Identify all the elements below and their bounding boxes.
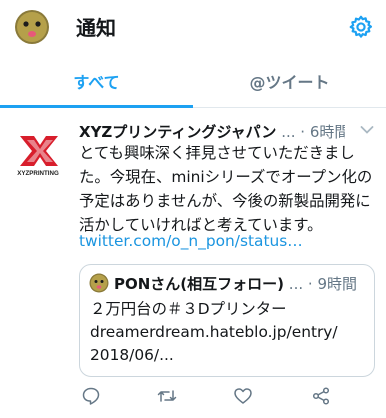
- quoted-tweet-text: ２万円台の＃３Dプリンター dreamerdream.hateblo.jp/en…: [90, 300, 338, 364]
- quoted-handle-ellipsis: ...: [288, 275, 304, 293]
- account-name[interactable]: XYZプリンティングジャパン: [79, 123, 276, 141]
- smiley-face-avatar-icon[interactable]: [89, 273, 109, 293]
- separator-dot: ·: [300, 123, 306, 141]
- tweet-text: とても興味深く拝見させていただきました。今現在、miniシリーズでオープン化の予…: [79, 144, 373, 234]
- quoted-tweet[interactable]: PONさん(相互フォロー) ... · 9時間 ２万円台の＃３Dプリンター dr…: [79, 264, 375, 377]
- smiley-face-avatar-icon[interactable]: [14, 9, 50, 45]
- tweet-header: XYZプリンティングジャパン ... · 6時間: [79, 121, 345, 142]
- logo-text: XYZPRINTING: [17, 170, 59, 177]
- notification-item[interactable]: XYZPRINTING XYZプリンティングジャパン ... · 6時間 とても…: [0, 109, 386, 418]
- separator-dot: ·: [307, 275, 313, 293]
- handle-ellipsis: ...: [281, 123, 296, 141]
- page-title: 通知: [76, 16, 116, 40]
- retweet-icon[interactable]: [157, 386, 177, 406]
- chevron-down-icon[interactable]: [360, 125, 374, 135]
- tweet-link[interactable]: twitter.com/o_n_pon/status…: [79, 230, 303, 252]
- reply-icon[interactable]: [81, 386, 101, 406]
- active-tab-indicator: [0, 105, 193, 108]
- quoted-account-name[interactable]: PONさん(相互フォロー): [114, 275, 284, 293]
- share-icon[interactable]: [311, 386, 331, 406]
- header: 通知: [0, 0, 386, 56]
- quoted-tweet-time[interactable]: 9時間: [317, 275, 357, 293]
- tab-all[interactable]: すべて: [0, 58, 193, 108]
- like-icon[interactable]: [233, 386, 253, 406]
- quoted-tweet-header: PONさん(相互フォロー) ... · 9時間: [114, 273, 370, 294]
- gear-icon[interactable]: [348, 14, 374, 40]
- xyzprinting-logo[interactable]: XYZPRINTING: [14, 130, 62, 178]
- tweet-time[interactable]: 6時間: [310, 123, 345, 141]
- tweet-actions: [0, 386, 386, 412]
- tab-mentions[interactable]: @ツイート: [193, 58, 386, 108]
- tab-bar: すべて @ツイート: [0, 58, 386, 108]
